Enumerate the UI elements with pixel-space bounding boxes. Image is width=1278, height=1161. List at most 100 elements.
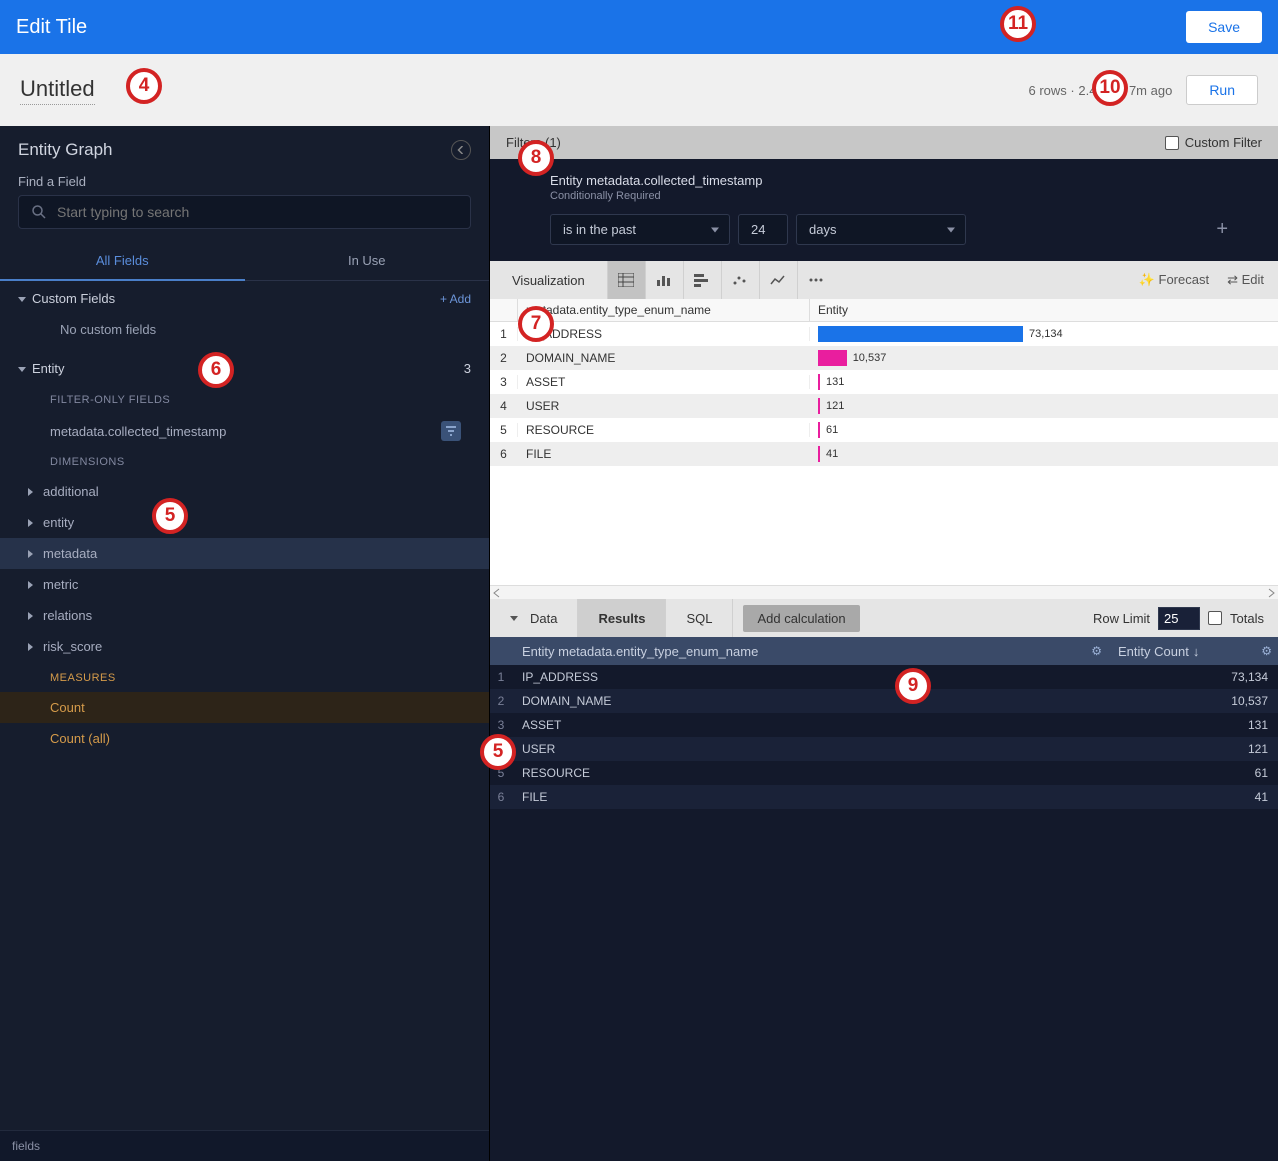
viz-edit-button[interactable]: ⇄ Edit — [1227, 272, 1264, 288]
title-bar: Edit Tile Save — [0, 0, 1278, 54]
filter-icon[interactable] — [441, 421, 461, 441]
annotation-8: 8 — [518, 140, 554, 176]
add-custom-field[interactable]: + Add — [440, 292, 471, 306]
caret-right-icon — [28, 488, 33, 496]
totals-checkbox[interactable] — [1208, 611, 1222, 625]
dimension-additional[interactable]: additional — [0, 476, 489, 507]
viz-row[interactable]: 2DOMAIN_NAME10,537 — [490, 346, 1278, 370]
results-row[interactable]: 2DOMAIN_NAME10,537 — [490, 689, 1278, 713]
annotation-5: 5 — [152, 498, 188, 534]
find-label: Find a Field — [0, 174, 489, 195]
filter-required-label: Conditionally Required — [550, 190, 1258, 202]
field-search[interactable] — [18, 195, 471, 229]
viz-bar-icon[interactable] — [645, 261, 683, 299]
dimension-risk_score[interactable]: risk_score — [0, 631, 489, 662]
measure-count-all[interactable]: Count (all) — [0, 723, 489, 754]
dimensions-heading: DIMENSIONS — [0, 448, 489, 476]
field-panel: Entity Graph Find a Field All Fields In … — [0, 126, 490, 1161]
annotation-11: 11 — [1000, 6, 1036, 42]
gear-icon[interactable]: ⚙ — [1261, 644, 1272, 658]
filters-bar[interactable]: Filters (1) Custom Filter — [490, 126, 1278, 159]
annotation-10: 10 — [1092, 70, 1128, 106]
no-custom-fields: No custom fields — [0, 316, 489, 351]
filter-operator-select[interactable]: is in the past — [550, 214, 730, 245]
search-input[interactable] — [57, 204, 458, 220]
save-button[interactable]: Save — [1186, 11, 1262, 43]
filter-field-row[interactable]: metadata.collected_timestamp — [0, 414, 489, 448]
caret-right-icon — [28, 612, 33, 620]
filter-only-heading: FILTER-ONLY FIELDS — [0, 386, 489, 414]
results-row[interactable]: 3ASSET131 — [490, 713, 1278, 737]
tile-name[interactable]: Untitled — [20, 76, 95, 105]
viz-bar: Visualization ✨ Forecast ⇄ Edit — [490, 261, 1278, 299]
row-limit-input[interactable] — [1158, 607, 1200, 630]
filter-unit-select[interactable]: days — [796, 214, 966, 245]
results-header: Entity metadata.entity_type_enum_name ⚙ … — [490, 637, 1278, 665]
viz-hbar-icon[interactable] — [683, 261, 721, 299]
viz-table: metadata.entity_type_enum_name Entity 1I… — [490, 299, 1278, 599]
annotation-5b: 5 — [480, 734, 516, 770]
search-icon — [31, 204, 47, 220]
annotation-7: 7 — [518, 306, 554, 342]
add-filter-icon[interactable]: + — [1216, 218, 1228, 241]
viz-col2-header[interactable]: Entity — [810, 299, 1278, 321]
results-col1[interactable]: Entity metadata.entity_type_enum_name ⚙ — [512, 644, 1108, 659]
filter-field-name: Entity metadata.collected_timestamp — [550, 173, 1258, 188]
filter-value-input[interactable] — [738, 214, 788, 245]
explore-panel: Filters (1) Custom Filter Entity metadat… — [490, 126, 1278, 1161]
collapse-icon[interactable] — [451, 140, 471, 160]
dimension-metadata[interactable]: metadata — [0, 538, 489, 569]
caret-down-icon — [711, 227, 719, 232]
results-col2[interactable]: Entity Count↓ ⚙ — [1108, 644, 1278, 659]
forecast-button[interactable]: ✨ Forecast — [1139, 272, 1209, 288]
results-row[interactable]: 5RESOURCE61 — [490, 761, 1278, 785]
edit-tile-title: Edit Tile — [16, 16, 87, 39]
viz-row[interactable]: 6FILE41 — [490, 442, 1278, 466]
dimension-relations[interactable]: relations — [0, 600, 489, 631]
entity-graph-title: Entity Graph — [18, 140, 113, 160]
caret-down-icon — [947, 227, 955, 232]
custom-filter-label: Custom Filter — [1185, 135, 1262, 150]
caret-right-icon — [28, 643, 33, 651]
caret-down-icon — [18, 367, 26, 372]
viz-row[interactable]: 5RESOURCE61 — [490, 418, 1278, 442]
totals-label: Totals — [1230, 611, 1264, 626]
custom-filter-checkbox[interactable] — [1165, 136, 1179, 150]
annotation-6: 6 — [198, 352, 234, 388]
viz-scatter-icon[interactable] — [721, 261, 759, 299]
viz-row[interactable]: 3ASSET131 — [490, 370, 1278, 394]
dimension-entity[interactable]: entity — [0, 507, 489, 538]
results-tab[interactable]: Results — [578, 599, 666, 637]
annotation-4: 4 — [126, 68, 162, 104]
run-button[interactable]: Run — [1186, 75, 1258, 105]
viz-row[interactable]: 1IP_ADDRESS73,134 — [490, 322, 1278, 346]
results-row[interactable]: 1IP_ADDRESS73,134 — [490, 665, 1278, 689]
custom-fields-header[interactable]: Custom Fields + Add — [0, 281, 489, 316]
caret-right-icon — [28, 550, 33, 558]
add-calculation-button[interactable]: Add calculation — [743, 605, 859, 632]
gear-icon[interactable]: ⚙ — [1091, 644, 1102, 658]
h-scrollbar[interactable] — [490, 585, 1278, 599]
measure-count[interactable]: Count — [0, 692, 489, 723]
row-limit-label: Row Limit — [1093, 611, 1150, 626]
filter-body: Entity metadata.collected_timestamp Cond… — [490, 159, 1278, 261]
annotation-9: 9 — [895, 668, 931, 704]
viz-row[interactable]: 4USER121 — [490, 394, 1278, 418]
viz-col1-header[interactable]: metadata.entity_type_enum_name — [518, 299, 810, 321]
viz-more-icon[interactable] — [797, 261, 835, 299]
left-footer: fields — [0, 1130, 489, 1161]
viz-line-icon[interactable] — [759, 261, 797, 299]
page-header: Untitled 6 rows · 2.489s · 7m ago Run — [0, 54, 1278, 126]
entity-section-header[interactable]: Entity 3 — [0, 351, 489, 386]
sql-tab[interactable]: SQL — [666, 599, 733, 637]
tab-in-use[interactable]: In Use — [245, 241, 490, 280]
measures-heading: MEASURES — [0, 662, 489, 692]
viz-table-icon[interactable] — [607, 261, 645, 299]
caret-right-icon — [28, 519, 33, 527]
dimension-metric[interactable]: metric — [0, 569, 489, 600]
results-row[interactable]: 4USER121 — [490, 737, 1278, 761]
data-bar: Data Results SQL Add calculation Row Lim… — [490, 599, 1278, 637]
data-dropdown[interactable]: Data — [490, 599, 578, 637]
tab-all-fields[interactable]: All Fields — [0, 241, 245, 280]
results-row[interactable]: 6FILE41 — [490, 785, 1278, 809]
